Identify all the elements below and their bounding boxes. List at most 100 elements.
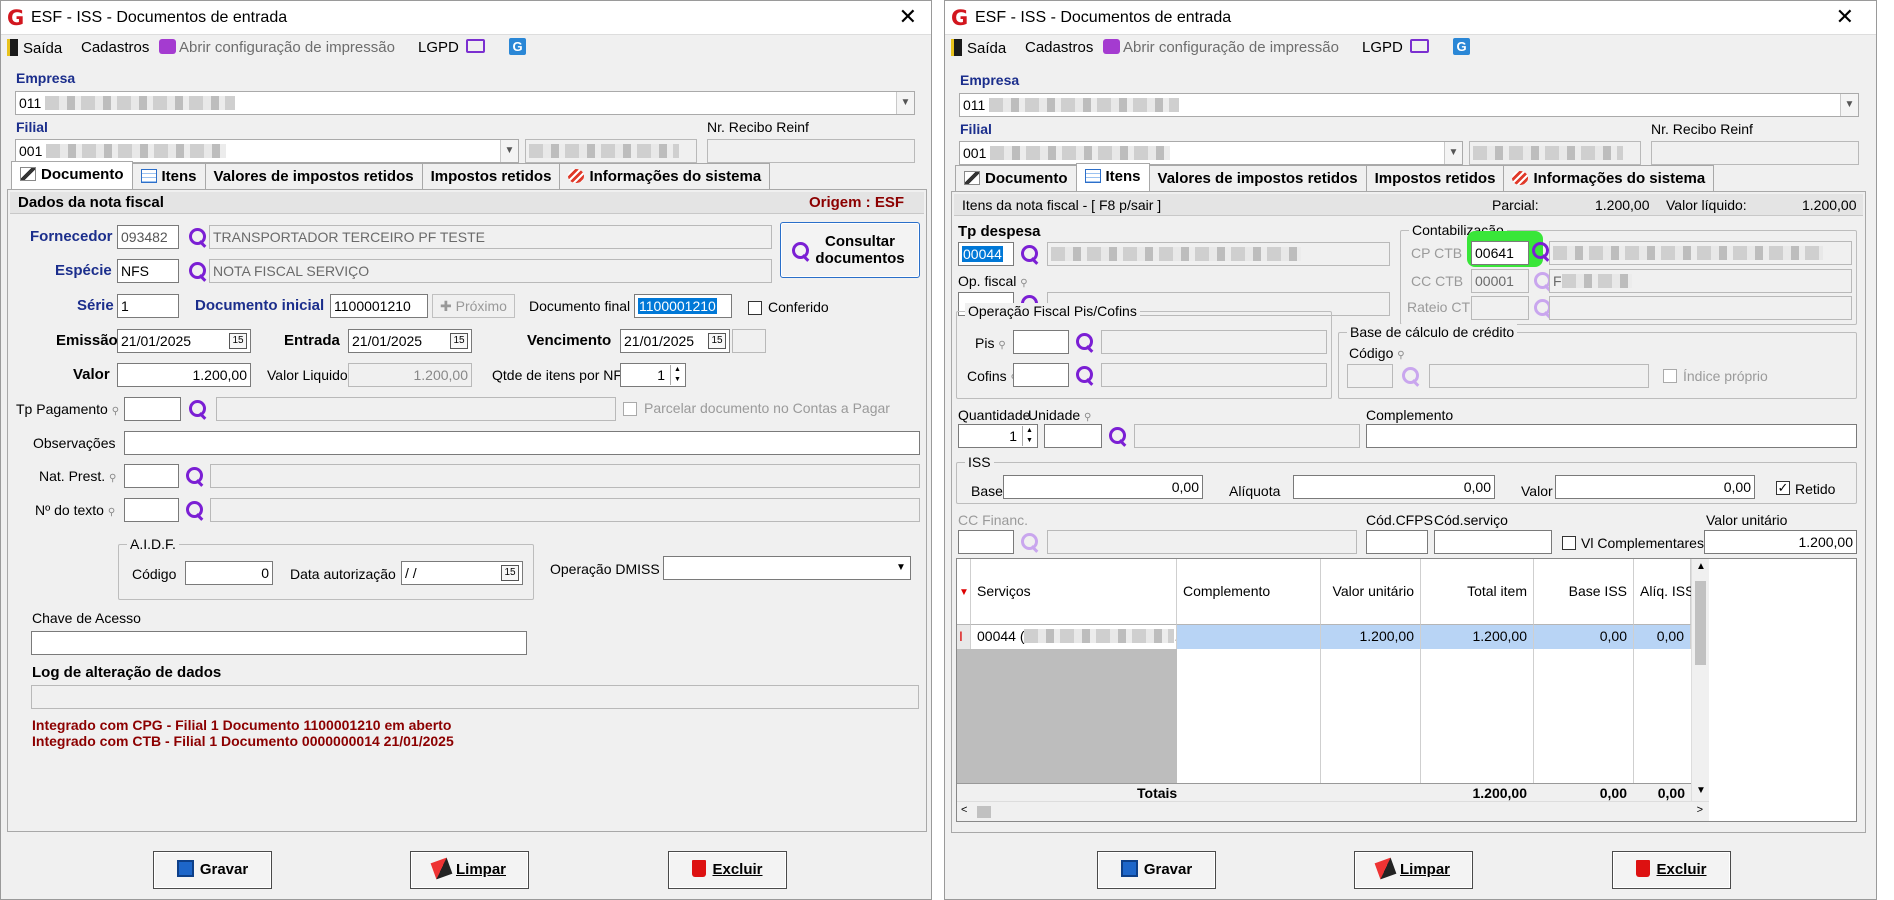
chevron-down-icon[interactable]: ▼ [1840, 94, 1858, 116]
empresa-select[interactable]: 011 ▼ [959, 93, 1859, 117]
filial-select[interactable]: 001 ▼ [15, 139, 519, 163]
close-button[interactable]: ✕ [899, 6, 917, 28]
tab-impostos-retidos[interactable]: Impostos retidos [1365, 165, 1505, 191]
spin-arrows-icon[interactable]: ▲ ▼ [1022, 426, 1036, 446]
horizontal-scrollbar[interactable]: < > [957, 801, 1709, 821]
empresa-select[interactable]: 011 ▼ [15, 91, 915, 115]
column-header[interactable]: Complemento [1177, 559, 1321, 625]
parcelar-checkbox[interactable] [623, 402, 637, 416]
cod-cfps-input[interactable] [1366, 530, 1428, 554]
search-icon[interactable] [188, 399, 208, 419]
g-app-icon[interactable]: G [1453, 38, 1470, 55]
search-icon[interactable] [188, 261, 208, 281]
servico-cell[interactable]: 00044 (... [971, 625, 1177, 649]
g-app-icon[interactable]: G [509, 38, 526, 55]
indice-proprio-checkbox[interactable] [1663, 369, 1677, 383]
no-texto-input[interactable] [124, 498, 179, 522]
calendar-icon[interactable]: 15 [450, 333, 468, 349]
codigo-input[interactable] [1347, 364, 1393, 388]
gravar-button[interactable]: Gravar [1097, 851, 1216, 889]
search-icon[interactable] [1075, 332, 1095, 352]
menu-saida[interactable]: Saída [951, 39, 1006, 57]
cp-ctb-input[interactable]: 00641 [1471, 241, 1529, 265]
complemento-input[interactable] [1366, 424, 1857, 448]
tab-documento[interactable]: Documento [11, 161, 133, 189]
tab-valores-impostos[interactable]: Valores de impostos retidos [204, 163, 423, 189]
valor-input[interactable]: 1.200,00 [117, 363, 251, 387]
conferido-checkbox[interactable] [748, 301, 762, 315]
excluir-button[interactable]: Excluir [668, 851, 787, 889]
data-autorizacao-input[interactable]: / / 15 [401, 561, 523, 585]
serie-input[interactable]: 1 [117, 294, 179, 318]
search-icon[interactable] [1531, 241, 1551, 261]
unidade-input[interactable] [1044, 424, 1102, 448]
entrada-input[interactable]: 21/01/2025 15 [348, 329, 472, 353]
documento-final-input[interactable]: 1100001210 [634, 294, 732, 318]
emissao-input[interactable]: 21/01/2025 15 [117, 329, 251, 353]
menu-cadastros[interactable]: Cadastros [81, 39, 149, 56]
quantidade-input[interactable]: 1 ▲ ▼ [958, 424, 1038, 448]
fornecedor-code-input[interactable]: 093482 [117, 225, 179, 249]
column-header[interactable]: Valor unitário [1321, 559, 1421, 625]
pis-input[interactable] [1013, 330, 1069, 354]
consultar-documentos-button[interactable]: Consultar documentos [780, 222, 920, 278]
codigo-input[interactable]: 0 [185, 561, 273, 585]
search-icon[interactable] [185, 466, 205, 486]
limpar-button[interactable]: Limpar [410, 851, 529, 889]
valor-input[interactable]: 0,00 [1555, 475, 1755, 499]
search-icon[interactable] [188, 227, 208, 247]
rateio-ctb-input[interactable] [1471, 296, 1529, 320]
chevron-down-icon[interactable]: ▼ [892, 557, 910, 579]
scroll-down-icon[interactable]: ▼ [1696, 785, 1706, 796]
nr-recibo-field[interactable] [707, 139, 915, 163]
calendar-icon[interactable]: 15 [708, 333, 726, 349]
operacao-dmiss-select[interactable]: ▼ [663, 556, 911, 580]
base-input[interactable]: 0,00 [1003, 475, 1203, 499]
scroll-up-icon[interactable]: ▲ [1696, 561, 1706, 572]
table-row[interactable]: I 00044 (... 1.200,00 1.200,00 0,00 0,00 [957, 625, 1691, 649]
tab-informacoes[interactable]: Informações do sistema [1503, 165, 1715, 191]
excluir-button[interactable]: Excluir [1612, 851, 1731, 889]
cc-financ-input[interactable] [958, 530, 1014, 554]
nat-prest-input[interactable] [124, 464, 179, 488]
column-header[interactable]: Alíq. ISS [1634, 559, 1694, 625]
nr-recibo-field[interactable] [1651, 141, 1859, 165]
menu-impressao[interactable]: Abrir configuração de impressão [159, 39, 395, 56]
tab-informacoes[interactable]: Informações do sistema [559, 163, 771, 189]
tab-itens[interactable]: Itens [1075, 163, 1150, 191]
chevron-down-icon[interactable]: ▼ [896, 92, 914, 114]
gravar-button[interactable]: Gravar [153, 851, 272, 889]
filial-select[interactable]: 001 ▼ [959, 141, 1463, 165]
monitor-icon[interactable] [466, 38, 485, 55]
aliquota-input[interactable]: 0,00 [1293, 475, 1495, 499]
menu-impressao[interactable]: Abrir configuração de impressão [1103, 39, 1339, 56]
calendar-icon[interactable]: 15 [229, 333, 247, 349]
valor-unitario-cell[interactable]: 1.200,00 [1321, 625, 1421, 649]
menu-saida[interactable]: Saída [7, 39, 62, 57]
search-icon[interactable] [1108, 426, 1128, 446]
column-header[interactable]: Total item [1421, 559, 1534, 625]
cc-ctb-input[interactable]: 00001 [1471, 269, 1529, 293]
column-header[interactable]: Serviços [971, 559, 1177, 625]
proximo-button[interactable]: ✚ Próximo [432, 294, 515, 318]
vl-complementares-checkbox[interactable] [1562, 536, 1576, 550]
cofins-input[interactable] [1013, 363, 1069, 387]
observacoes-input[interactable] [124, 431, 920, 455]
menu-lgpd[interactable]: LGPD [418, 39, 459, 56]
menu-cadastros[interactable]: Cadastros [1025, 39, 1093, 56]
scrollbar-thumb[interactable] [1695, 581, 1706, 665]
tab-documento[interactable]: Documento [955, 165, 1077, 191]
search-icon[interactable] [185, 500, 205, 520]
menu-lgpd[interactable]: LGPD [1362, 39, 1403, 56]
monitor-icon[interactable] [1410, 38, 1429, 55]
tp-pagamento-input[interactable] [124, 397, 181, 421]
search-icon[interactable] [1020, 244, 1040, 264]
base-iss-cell[interactable]: 0,00 [1534, 625, 1634, 649]
search-icon[interactable] [1020, 532, 1040, 552]
tab-itens[interactable]: Itens [131, 163, 206, 189]
chevron-down-icon[interactable]: ▼ [1444, 142, 1462, 164]
column-header[interactable]: Base ISS [1534, 559, 1634, 625]
aliq-iss-cell[interactable]: 0,00 [1634, 625, 1691, 649]
scroll-left-icon[interactable]: < [961, 804, 967, 816]
search-icon[interactable] [1075, 365, 1095, 385]
